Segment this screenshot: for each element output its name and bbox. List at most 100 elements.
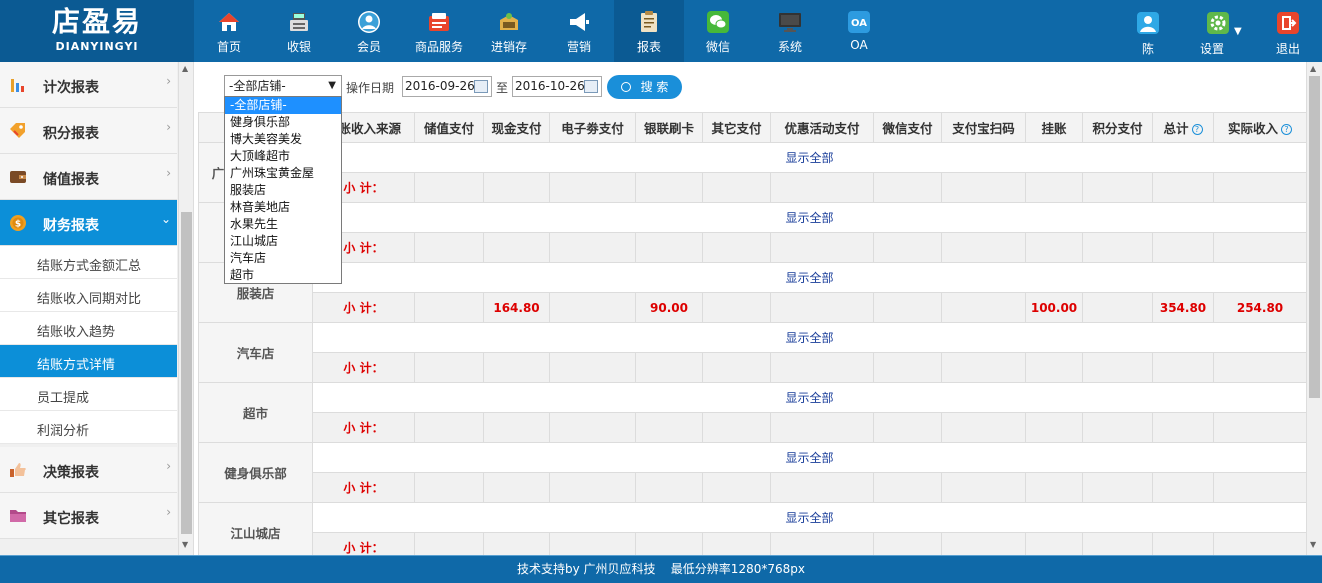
date-label: 操作日期 <box>346 81 395 95</box>
show-all-link[interactable]: 显示全部 <box>312 262 1306 293</box>
sidebar-item-payment-details[interactable]: 结账方式详情 <box>0 345 177 378</box>
help-icon[interactable]: ? <box>1281 124 1292 135</box>
subtotal-cell <box>770 172 874 203</box>
nav-label: 微信 <box>705 40 730 54</box>
nav-marketing[interactable]: 营销 <box>555 0 603 62</box>
store-option[interactable]: 江山城店 <box>225 233 341 250</box>
scroll-up-icon[interactable]: ▲ <box>182 64 188 73</box>
store-option[interactable]: 广州珠宝黄金屋 <box>225 165 341 182</box>
sidebar-scrollbar[interactable]: ▲ ▼ <box>178 62 193 555</box>
main-scrollbar[interactable]: ▲ ▼ <box>1306 62 1322 555</box>
sidebar-group-finance-report[interactable]: $ 财务报表 ⌄ <box>0 200 177 246</box>
store-option[interactable]: 大顶峰超市 <box>225 148 341 165</box>
table-row: 超市 显示全部 <box>198 382 1306 443</box>
sidebar-group-points-report[interactable]: 积分报表 › <box>0 108 177 154</box>
logout-button[interactable]: 退出 <box>1268 0 1308 62</box>
subtotal-cell <box>1025 412 1083 443</box>
subtotal-label: 小 计： <box>312 472 415 503</box>
nav-report[interactable]: 报表 <box>614 0 684 62</box>
sidebar-item-label: 结账方式金额汇总 <box>37 259 142 274</box>
show-all-link[interactable]: 显示全部 <box>312 502 1306 533</box>
search-button-label: 搜 索 <box>640 80 669 94</box>
sidebar-group-other-report[interactable]: 其它报表 › <box>0 493 177 539</box>
subtotal-row: 小 计： 164.80 90.00 100.00 354.80 254.80 <box>199 292 1306 323</box>
scrollbar-thumb[interactable] <box>1309 76 1320 398</box>
column-header: 其它支付 <box>702 112 771 143</box>
show-all-link[interactable]: 显示全部 <box>312 202 1306 233</box>
column-header-label: 总计 <box>1163 121 1189 136</box>
show-all-link[interactable]: 显示全部 <box>312 142 1306 173</box>
subtotal-row: 小 计： <box>199 532 1306 555</box>
sidebar-group-count-report[interactable]: 计次报表 › <box>0 62 177 108</box>
store-select[interactable]: -全部店铺- ▼ <box>224 75 342 97</box>
subtotal-cell <box>1213 472 1306 503</box>
column-header-label: 支付宝扫码 <box>952 121 1015 136</box>
store-option[interactable]: 林音美地店 <box>225 199 341 216</box>
user-menu[interactable]: 陈 <box>1128 0 1168 62</box>
sidebar: 计次报表 › 积分报表 › 储值报表 › $ 财务报表 ⌄ 结账方式金额汇总 结… <box>0 62 194 555</box>
subtotal-cell <box>483 232 550 263</box>
scrollbar-thumb[interactable] <box>181 212 192 534</box>
search-button[interactable]: 搜 索 <box>607 75 682 99</box>
column-header-label: 实际收入 <box>1227 121 1278 136</box>
scroll-down-icon[interactable]: ▼ <box>182 540 188 549</box>
subtotal-cell <box>1025 532 1083 555</box>
column-header: 储值支付 <box>414 112 484 143</box>
subtotal-cell <box>414 292 484 323</box>
folder-icon <box>9 507 27 525</box>
store-option[interactable]: 博大美容美发 <box>225 131 341 148</box>
nav-cashier[interactable]: 收银 <box>275 0 323 62</box>
sidebar-group-stored-value-report[interactable]: 储值报表 › <box>0 154 177 200</box>
show-all-link[interactable]: 显示全部 <box>312 442 1306 473</box>
oa-icon: OA <box>847 10 871 34</box>
sidebar-group-decision-report[interactable]: 决策报表 › <box>0 447 177 493</box>
sidebar-item-income-trend[interactable]: 结账收入趋势 <box>0 312 177 345</box>
sidebar-item-period-comparison[interactable]: 结账收入同期对比 <box>0 279 177 312</box>
nav-inventory[interactable]: 进销存 <box>485 0 533 62</box>
sidebar-item-staff-commission[interactable]: 员工提成 <box>0 378 177 411</box>
table-row: 江山城店 显示全部 <box>198 502 1306 555</box>
subtotal-cell <box>549 472 636 503</box>
nav-label: 收银 <box>286 40 311 54</box>
subtotal-label: 小 计： <box>312 352 415 383</box>
help-icon[interactable]: ? <box>1191 124 1203 135</box>
scroll-down-icon[interactable]: ▼ <box>1310 540 1316 549</box>
subtotal-cell <box>1213 412 1306 443</box>
store-name-cell: 汽车店 <box>198 322 313 383</box>
sidebar-item-profit-analysis[interactable]: 利润分析 <box>0 411 177 444</box>
nav-wechat[interactable]: 微信 <box>694 0 742 62</box>
subtotal-cell <box>483 532 550 555</box>
nav-member[interactable]: 会员 <box>345 0 393 62</box>
monitor-icon <box>778 10 802 34</box>
table-row: 服装店 显示全部 <box>198 262 1306 323</box>
store-name-cell: 健身俱乐部 <box>198 442 313 503</box>
store-option[interactable]: 服装店 <box>225 182 341 199</box>
store-option[interactable]: 汽车店 <box>225 250 341 267</box>
date-from-input[interactable]: 2016-09-26 <box>402 76 492 97</box>
date-to-input[interactable]: 2016-10-26 <box>512 76 602 97</box>
store-option[interactable]: 水果先生 <box>225 216 341 233</box>
nav-home[interactable]: 首页 <box>205 0 253 62</box>
subtotal-cell: 164.80 <box>483 292 550 323</box>
show-all-link[interactable]: 显示全部 <box>312 322 1306 353</box>
subtotal-cell: 254.80 <box>1213 292 1306 323</box>
show-all-link[interactable]: 显示全部 <box>312 382 1306 413</box>
sidebar-item-payment-summary[interactable]: 结账方式金额汇总 <box>0 246 177 279</box>
calendar-icon[interactable] <box>474 80 488 93</box>
store-option[interactable]: 健身俱乐部 <box>225 114 341 131</box>
store-option[interactable]: 超市 <box>225 267 341 284</box>
settings-menu[interactable]: ▼ 设置 <box>1198 0 1246 62</box>
calendar-icon[interactable] <box>584 80 598 93</box>
chevron-right-icon: › <box>166 166 171 180</box>
nav-oa[interactable]: OA OA <box>835 0 883 62</box>
subtotal-cell <box>1152 172 1214 203</box>
sidebar-group-label: 财务报表 <box>43 218 99 234</box>
nav-system[interactable]: 系统 <box>766 0 814 62</box>
nav-goods[interactable]: 商品服务 <box>410 0 468 62</box>
scroll-up-icon[interactable]: ▲ <box>1310 64 1316 73</box>
store-option[interactable]: -全部店铺- <box>225 97 341 114</box>
column-header-label: 现金支付 <box>491 121 542 136</box>
nav-label: OA <box>850 38 868 52</box>
gear-icon <box>1207 12 1229 34</box>
chevron-right-icon: › <box>166 120 171 134</box>
